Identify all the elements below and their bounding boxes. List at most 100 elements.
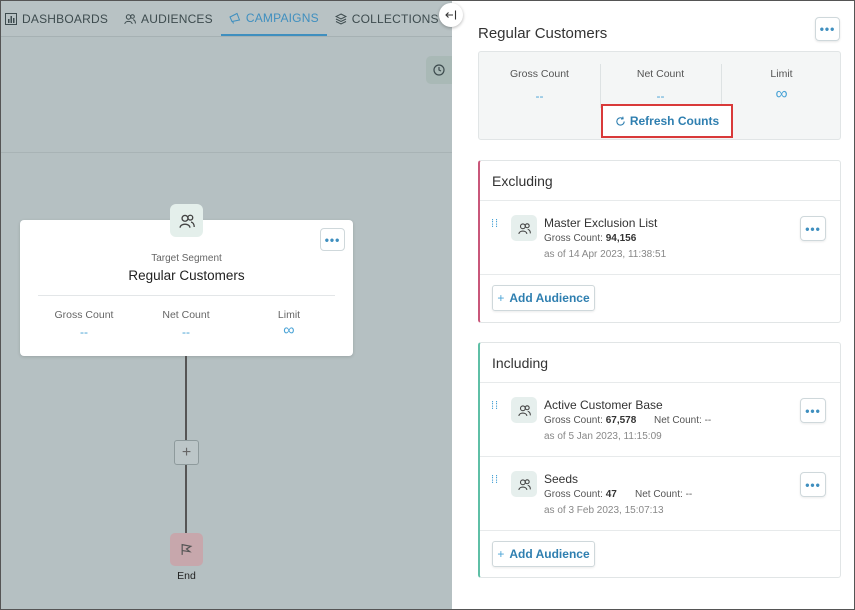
limit-label: Limit — [770, 68, 793, 80]
gross-count-label: Gross Count: — [544, 233, 603, 244]
gross-count-label: Gross Count: — [544, 489, 603, 500]
target-segment-card[interactable]: ••• Target Segment Regular Customers Gro… — [20, 220, 353, 356]
gross-count-value: 47 — [605, 489, 617, 500]
panel-title: Regular Customers — [478, 25, 608, 42]
gross-count-label: Gross Count: — [544, 415, 603, 426]
plus-icon: + — [497, 291, 505, 305]
add-audience-button[interactable]: + Add Audience — [492, 285, 595, 311]
more-icon: ••• — [805, 221, 821, 236]
audience-net-count: Net Count: -- — [635, 489, 693, 500]
audience-row: ⁞⁞ Active Customer Base Gross Count: 67,… — [480, 384, 840, 456]
panel-more-button[interactable]: ••• — [815, 17, 840, 41]
audience-icon — [511, 215, 537, 241]
audience-name: Active Customer Base — [544, 398, 663, 412]
audience-icon — [511, 471, 537, 497]
segment-more-button[interactable]: ••• — [320, 228, 345, 251]
audience-row: ⁞⁞ Seeds Gross Count: 47 Net Count: -- a… — [480, 458, 840, 530]
audience-gross-count: Gross Count: 94,156 — [544, 233, 636, 244]
dashboard-icon — [5, 12, 17, 25]
end-node[interactable] — [170, 533, 203, 566]
drag-handle-icon[interactable]: ⁞⁞ — [491, 475, 499, 486]
audience-date: as of 5 Jan 2023, 11:15:09 — [544, 431, 662, 442]
users-icon — [517, 222, 531, 234]
nav-audiences-label: AUDIENCES — [141, 11, 213, 26]
drag-handle-icon[interactable]: ⁞⁞ — [491, 219, 499, 230]
end-label: End — [177, 570, 196, 582]
plus-icon: + — [497, 547, 505, 561]
infinity-icon: ∞ — [283, 322, 295, 339]
divider — [480, 382, 840, 383]
users-icon — [517, 404, 531, 416]
divider — [480, 200, 840, 201]
net-count-label: Net Count — [636, 68, 685, 80]
panel-net-count: Net Count -- — [600, 52, 721, 110]
divider — [480, 274, 840, 275]
including-section: Including ⁞⁞ Active Customer Base Gross … — [478, 342, 841, 578]
audience-date: as of 14 Apr 2023, 11:38:51 — [544, 249, 667, 260]
users-icon — [517, 478, 531, 490]
gross-count-value: 67,578 — [605, 415, 637, 426]
app-frame: DASHBOARDS AUDIENCES CAMPAIGNS COLLECTIO… — [0, 0, 855, 610]
megaphone-icon — [229, 12, 241, 24]
nav-audiences[interactable]: AUDIENCES — [116, 1, 221, 36]
refresh-icon — [616, 116, 625, 126]
divider — [38, 295, 335, 296]
nav-dashboards[interactable]: DASHBOARDS — [1, 1, 116, 36]
including-heading: Including — [492, 355, 549, 371]
more-icon: ••• — [324, 232, 341, 247]
gross-count-value: -- — [535, 89, 544, 103]
segment-limit: Limit ∞ — [239, 309, 339, 340]
divider — [480, 456, 840, 457]
audience-row: ⁞⁞ Master Exclusion List Gross Count: 94… — [480, 202, 840, 274]
limit-label: Limit — [277, 309, 301, 321]
excluding-section: Excluding ⁞⁞ Master Exclusion List Gross… — [478, 160, 841, 323]
connector-line — [185, 356, 187, 440]
more-icon: ••• — [805, 403, 821, 418]
gross-count-value: 94,156 — [605, 233, 637, 244]
net-count-value: -- — [656, 89, 665, 103]
nav-dashboards-label: DASHBOARDS — [22, 11, 109, 26]
counts-summary: Gross Count -- Net Count -- Limit ∞ Refr… — [478, 51, 841, 140]
flag-icon — [181, 543, 193, 555]
audience-more-button[interactable]: ••• — [800, 472, 826, 497]
campaign-canvas[interactable]: DASHBOARDS AUDIENCES CAMPAIGNS COLLECTIO… — [1, 1, 452, 609]
users-icon — [124, 13, 136, 24]
refresh-counts-button[interactable]: Refresh Counts — [601, 104, 733, 138]
panel-gross-count: Gross Count -- — [479, 52, 600, 110]
gross-count-label: Gross Count — [510, 68, 569, 80]
add-audience-button[interactable]: + Add Audience — [492, 541, 595, 567]
top-navigation: DASHBOARDS AUDIENCES CAMPAIGNS COLLECTIO… — [1, 1, 452, 37]
nav-collections[interactable]: COLLECTIONS — [327, 1, 447, 36]
audience-net-count: Net Count: -- — [654, 415, 712, 426]
refresh-counts-label: Refresh Counts — [629, 114, 720, 128]
infinity-icon: ∞ — [775, 84, 788, 103]
nav-collections-label: COLLECTIONS — [351, 11, 439, 26]
audience-icon — [511, 397, 537, 423]
history-button[interactable] — [426, 56, 452, 84]
gross-count-value: -- — [80, 325, 88, 339]
clock-icon — [433, 64, 445, 76]
audience-gross-count: Gross Count: 47 — [544, 489, 617, 500]
canvas-header-band — [1, 37, 452, 153]
audience-name: Seeds — [544, 472, 579, 486]
panel-limit: Limit ∞ — [721, 52, 842, 110]
more-icon: ••• — [805, 477, 821, 492]
add-audience-label: Add Audience — [509, 547, 590, 561]
audience-more-button[interactable]: ••• — [800, 398, 826, 423]
gross-count-label: Gross Count — [54, 309, 114, 321]
divider — [480, 530, 840, 531]
audience-date: as of 3 Feb 2023, 15:07:13 — [544, 505, 664, 516]
drag-handle-icon[interactable]: ⁞⁞ — [491, 401, 499, 412]
nav-campaigns[interactable]: CAMPAIGNS — [220, 1, 327, 36]
segment-detail-panel: Regular Customers ••• Gross Count -- Net… — [452, 1, 854, 609]
layers-icon — [334, 12, 347, 25]
audience-name: Master Exclusion List — [544, 216, 658, 230]
audience-more-button[interactable]: ••• — [800, 216, 826, 241]
segment-node-icon — [170, 204, 203, 237]
collapse-panel-button[interactable] — [439, 3, 463, 27]
segment-title: Regular Customers — [128, 268, 245, 283]
add-step-button[interactable]: + — [174, 440, 199, 465]
connector-line — [185, 465, 187, 533]
add-audience-label: Add Audience — [509, 291, 590, 305]
collapse-arrow-icon — [445, 10, 457, 20]
